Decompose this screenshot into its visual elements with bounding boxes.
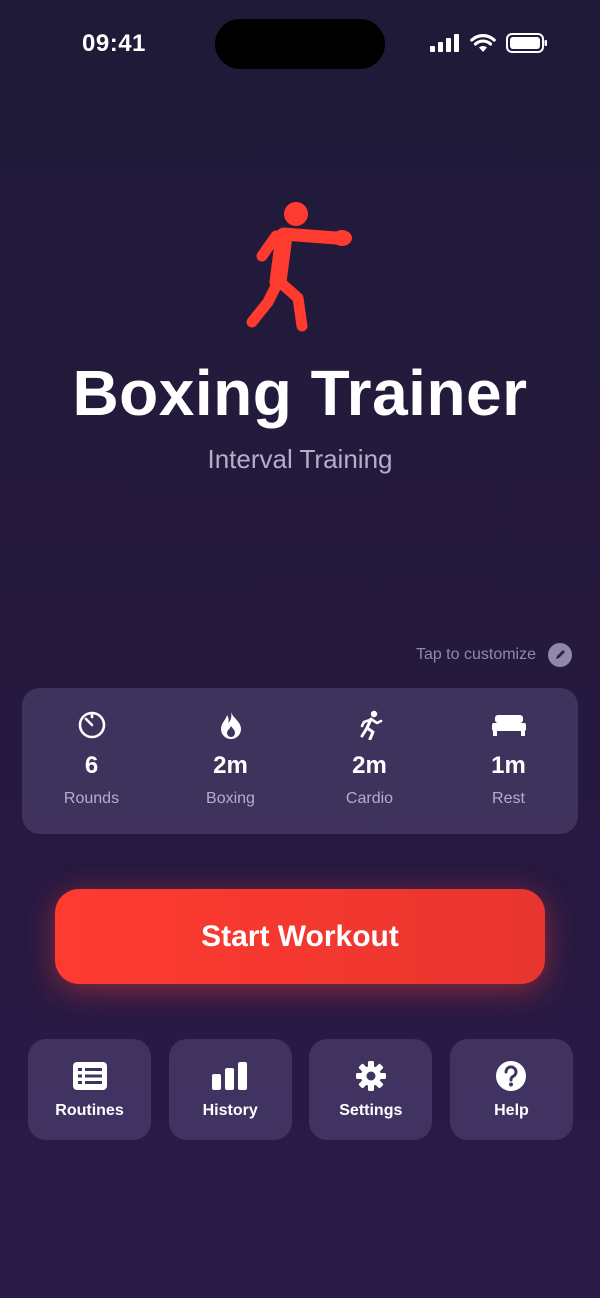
nav-label: Help — [494, 1101, 529, 1119]
stat-value: 6 — [84, 752, 99, 779]
boxer-punch-icon — [246, 202, 352, 332]
bar-chart-icon — [212, 1060, 248, 1092]
status-time: 09:41 — [82, 30, 146, 57]
stat-rest: 1m Rest — [439, 688, 578, 834]
status-icons — [430, 33, 548, 53]
battery-icon — [506, 33, 547, 53]
routines-button[interactable]: Routines — [28, 1039, 151, 1140]
cellular-signal-icon — [430, 34, 459, 52]
question-circle-icon — [495, 1060, 527, 1092]
stat-label: Cardio — [345, 790, 394, 807]
timer-icon — [77, 710, 107, 740]
workout-summary-card[interactable]: 6 Rounds 2m Boxing 2m Cardio 1m Rest — [22, 688, 578, 834]
nav-label: Settings — [339, 1101, 403, 1119]
app-title: Boxing Trainer — [72, 357, 528, 429]
settings-button[interactable]: Settings — [309, 1039, 433, 1140]
wifi-icon — [470, 34, 496, 52]
running-figure-icon — [356, 710, 384, 740]
list-icon — [72, 1060, 107, 1092]
stat-value: 2m — [213, 752, 248, 779]
bed-icon — [491, 710, 527, 740]
nav-label: Routines — [55, 1101, 124, 1119]
gear-icon — [355, 1060, 387, 1092]
nav-label: History — [202, 1101, 258, 1119]
stat-value: 2m — [352, 752, 387, 779]
stat-rounds: 6 Rounds — [22, 688, 161, 834]
stat-label: Rounds — [63, 790, 120, 807]
dynamic-island — [215, 19, 385, 69]
pencil-icon — [548, 643, 572, 667]
bottom-actions: Routines History Settings Help — [28, 1039, 573, 1140]
status-bar: 09:41 — [0, 0, 600, 90]
customize-link[interactable]: Tap to customize — [416, 643, 572, 667]
stat-cardio: 2m Cardio — [300, 688, 439, 834]
stat-label: Boxing — [206, 790, 255, 807]
stat-boxing: 2m Boxing — [161, 688, 300, 834]
start-workout-button[interactable]: Start Workout — [55, 889, 545, 984]
stat-label: Rest — [492, 790, 525, 807]
customize-label: Tap to customize — [415, 646, 536, 663]
history-button[interactable]: History — [168, 1039, 292, 1140]
app-subtitle: Interval Training — [207, 444, 393, 474]
stat-value: 1m — [491, 752, 526, 779]
help-button[interactable]: Help — [449, 1039, 573, 1140]
flame-icon — [219, 710, 243, 740]
